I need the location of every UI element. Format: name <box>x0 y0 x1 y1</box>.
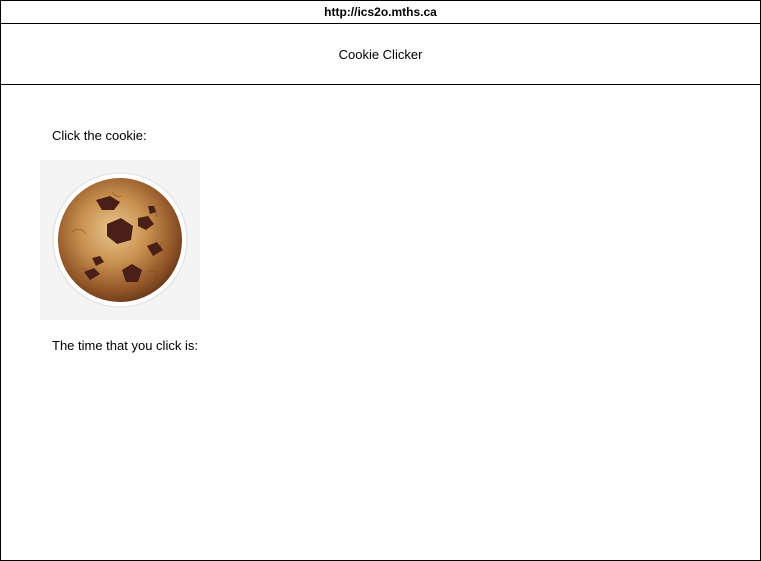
click-prompt: Click the cookie: <box>52 128 147 143</box>
main-content: Click the cookie: The time that you clic… <box>1 85 760 559</box>
url-bar[interactable]: http://ics2o.mths.ca <box>1 1 760 24</box>
cookie-icon[interactable] <box>52 172 188 308</box>
click-time-label: The time that you click is: <box>52 338 198 353</box>
cookie-button[interactable] <box>40 160 200 320</box>
page-title: Cookie Clicker <box>338 46 423 62</box>
page-header: Cookie Clicker <box>1 24 760 85</box>
url-text: http://ics2o.mths.ca <box>324 5 437 19</box>
browser-window: http://ics2o.mths.ca Cookie Clicker Clic… <box>0 0 761 561</box>
